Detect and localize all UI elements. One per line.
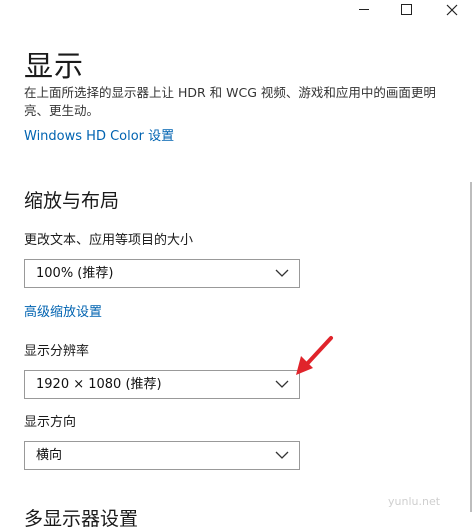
maximize-button[interactable] bbox=[383, 0, 429, 20]
multiple-displays-heading: 多显示器设置 bbox=[24, 508, 139, 530]
page-title: 显示 bbox=[24, 49, 85, 83]
advanced-scaling-link[interactable]: 高级缩放设置 bbox=[24, 304, 102, 322]
hdr-color-settings-link[interactable]: Windows HD Color 设置 bbox=[24, 128, 174, 146]
watermark: yunlu.net bbox=[388, 495, 441, 508]
resolution-label: 显示分辨率 bbox=[24, 344, 90, 359]
chevron-down-icon bbox=[275, 380, 289, 388]
scale-layout-heading: 缩放与布局 bbox=[24, 190, 120, 212]
chevron-down-icon bbox=[275, 451, 289, 459]
orientation-dropdown[interactable]: 横向 bbox=[24, 441, 300, 470]
annotation-arrow-icon bbox=[296, 336, 333, 375]
orientation-dropdown-value: 横向 bbox=[36, 448, 63, 463]
page-description: 在上面所选择的显示器上让 HDR 和 WCG 视频、游戏和应用中的画面更明亮、更… bbox=[24, 85, 436, 118]
scale-label: 更改文本、应用等项目的大小 bbox=[24, 233, 194, 248]
scale-dropdown-value: 100% (推荐) bbox=[36, 266, 114, 281]
close-icon bbox=[446, 4, 458, 16]
window-controls bbox=[337, 0, 475, 20]
orientation-label: 显示方向 bbox=[24, 415, 77, 430]
close-button[interactable] bbox=[429, 0, 475, 20]
minimize-button[interactable] bbox=[337, 0, 383, 20]
scrollbar[interactable] bbox=[470, 182, 472, 512]
resolution-dropdown[interactable]: 1920 × 1080 (推荐) bbox=[24, 370, 300, 399]
resolution-dropdown-value: 1920 × 1080 (推荐) bbox=[36, 377, 162, 392]
chevron-down-icon bbox=[275, 269, 289, 277]
scale-dropdown[interactable]: 100% (推荐) bbox=[24, 259, 300, 288]
